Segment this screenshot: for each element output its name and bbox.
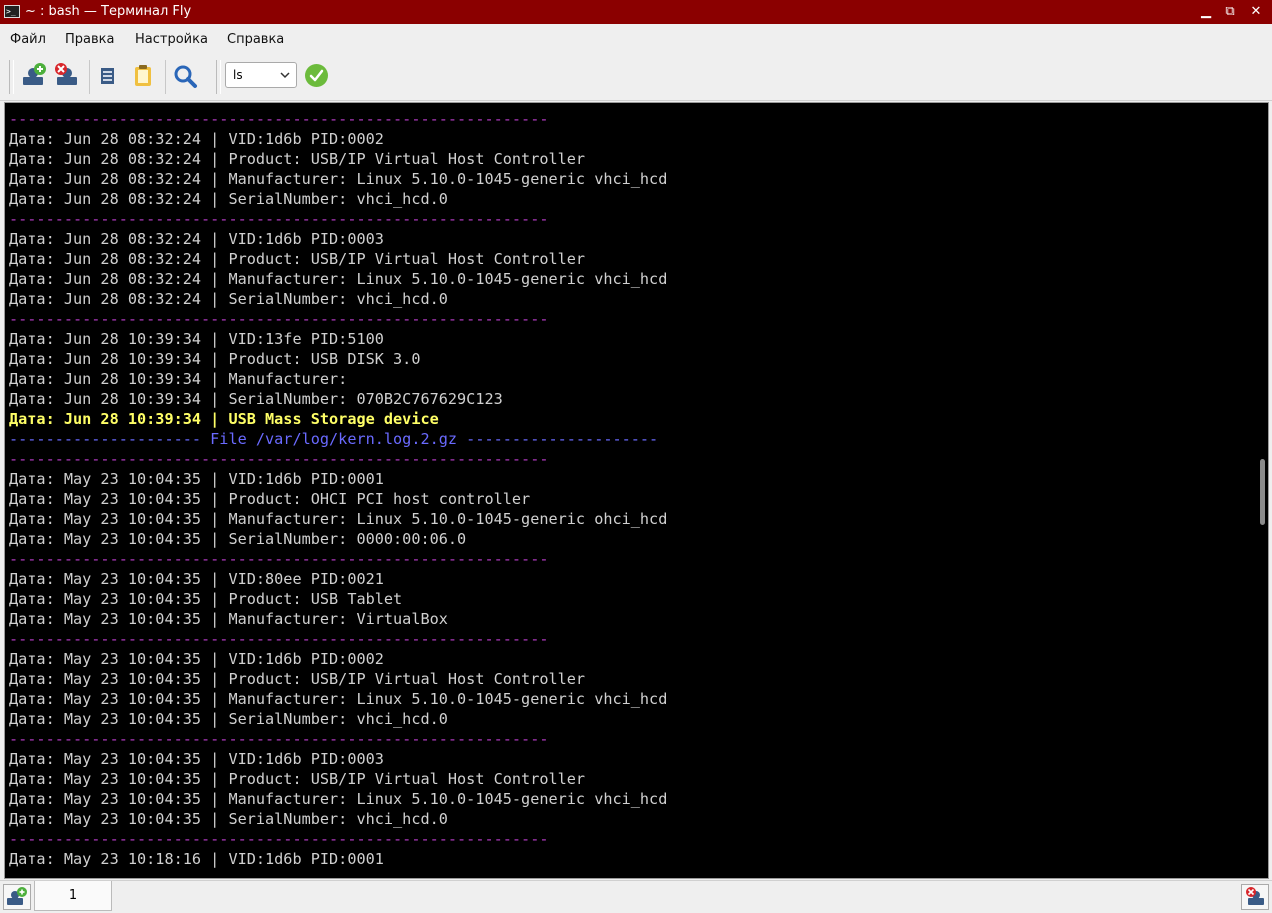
close-button[interactable]: ✕ (1246, 2, 1266, 22)
terminal-separator-line: ----------------------------------------… (9, 450, 549, 468)
terminal-line: Дата: May 23 10:04:35 | SerialNumber: 00… (9, 530, 467, 548)
run-command-icon[interactable] (305, 64, 328, 87)
new-session-icon[interactable] (20, 62, 48, 90)
session-tab-label: 1 (68, 888, 78, 903)
terminal-line: Дата: Jun 28 08:32:24 | SerialNumber: vh… (9, 290, 448, 308)
window-title: ~ : bash — Терминал Fly (25, 4, 192, 19)
terminal-separator-line: ----------------------------------------… (9, 630, 549, 648)
terminal-line: Дата: Jun 28 08:32:24 | Product: USB/IP … (9, 250, 586, 268)
terminal-line: Дата: May 23 10:04:35 | SerialNumber: vh… (9, 810, 448, 828)
terminal-separator-line: ----------------------------------------… (9, 210, 549, 228)
terminal-line: Дата: Jun 28 10:39:34 | VID:13fe PID:510… (9, 330, 384, 348)
menu-settings[interactable]: Настройка (135, 32, 208, 47)
search-icon[interactable] (171, 62, 199, 90)
terminal-separator-line: ----------------------------------------… (9, 110, 549, 128)
terminal-line: Дата: Jun 28 08:32:24 | Product: USB/IP … (9, 150, 586, 168)
terminal-line: Дата: Jun 28 10:39:34 | USB Mass Storage… (9, 410, 439, 428)
toolbar-grip[interactable] (216, 60, 221, 94)
terminal-line: Дата: May 23 10:04:35 | Manufacturer: Li… (9, 510, 668, 528)
terminal-separator-line: ----------------------------------------… (9, 310, 549, 328)
close-session-icon[interactable] (52, 62, 80, 90)
menu-help[interactable]: Справка (227, 32, 284, 47)
terminal-line: Дата: Jun 28 10:39:34 | SerialNumber: 07… (9, 390, 503, 408)
menu-bar: Файл Правка Настройка Справка (0, 24, 1272, 54)
terminal-line: Дата: May 23 10:04:35 | VID:1d6b PID:000… (9, 650, 384, 668)
terminal-line: Дата: May 23 10:04:35 | VID:80ee PID:002… (9, 570, 384, 588)
maximize-button[interactable]: ⧉ (1220, 2, 1240, 22)
toolbar-separator (165, 60, 166, 94)
terminal-line: Дата: May 23 10:04:35 | Manufacturer: Li… (9, 790, 668, 808)
toolbar-separator (89, 60, 90, 94)
terminal-line: Дата: May 23 10:04:35 | Product: USB/IP … (9, 670, 586, 688)
terminal-line: Дата: May 23 10:04:35 | VID:1d6b PID:000… (9, 470, 384, 488)
terminal-line: Дата: May 23 10:04:35 | Product: USB Tab… (9, 590, 403, 608)
minimize-button[interactable]: ▁ (1196, 2, 1216, 22)
paste-icon[interactable] (129, 62, 157, 90)
terminal-line: Дата: May 23 10:04:35 | VID:1d6b PID:000… (9, 750, 384, 768)
title-bar: >_ ~ : bash — Терминал Fly ▁ ⧉ ✕ (0, 0, 1272, 24)
menu-file[interactable]: Файл (10, 32, 46, 47)
terminal-view[interactable]: ----------------------------------------… (4, 102, 1269, 879)
chevron-down-icon (279, 65, 291, 88)
command-select[interactable]: ls (225, 62, 297, 88)
terminal-line: Дата: May 23 10:04:35 | Product: OHCI PC… (9, 490, 531, 508)
terminal-line: Дата: May 23 10:04:35 | Manufacturer: Li… (9, 690, 668, 708)
terminal-separator-line: ----------------------------------------… (9, 830, 549, 848)
menu-edit[interactable]: Правка (65, 32, 114, 47)
terminal-line: Дата: May 23 10:04:35 | Manufacturer: Vi… (9, 610, 448, 628)
command-select-value: ls (233, 68, 243, 82)
terminal-line: Дата: May 23 10:04:35 | Product: USB/IP … (9, 770, 586, 788)
copy-icon[interactable] (94, 62, 122, 90)
terminal-separator-line: ----------------------------------------… (9, 550, 549, 568)
terminal-output[interactable]: ----------------------------------------… (9, 109, 667, 869)
terminal-scrollbar[interactable] (1260, 459, 1265, 525)
terminal-line: Дата: Jun 28 08:32:24 | SerialNumber: vh… (9, 190, 448, 208)
terminal-line: Дата: Jun 28 10:39:34 | Product: USB DIS… (9, 350, 421, 368)
close-tab-icon[interactable] (1241, 884, 1269, 910)
terminal-app-icon: >_ (4, 5, 20, 18)
terminal-file-header: --------------------- File /var/log/kern… (9, 430, 659, 448)
session-tab[interactable]: 1 (34, 881, 112, 911)
session-tab-bar: 1 (0, 880, 1272, 913)
terminal-line: Дата: Jun 28 10:39:34 | Manufacturer: (9, 370, 348, 388)
terminal-line: Дата: May 23 10:18:16 | VID:1d6b PID:000… (9, 850, 384, 868)
terminal-line: Дата: Jun 28 08:32:24 | VID:1d6b PID:000… (9, 230, 384, 248)
toolbar-grip[interactable] (9, 60, 14, 94)
toolbar: ls (0, 54, 1272, 101)
terminal-line: Дата: May 23 10:04:35 | SerialNumber: vh… (9, 710, 448, 728)
terminal-separator-line: ----------------------------------------… (9, 730, 549, 748)
new-tab-icon[interactable] (3, 884, 31, 910)
terminal-line: Дата: Jun 28 08:32:24 | Manufacturer: Li… (9, 270, 668, 288)
terminal-line: Дата: Jun 28 08:32:24 | VID:1d6b PID:000… (9, 130, 384, 148)
terminal-line: Дата: Jun 28 08:32:24 | Manufacturer: Li… (9, 170, 668, 188)
